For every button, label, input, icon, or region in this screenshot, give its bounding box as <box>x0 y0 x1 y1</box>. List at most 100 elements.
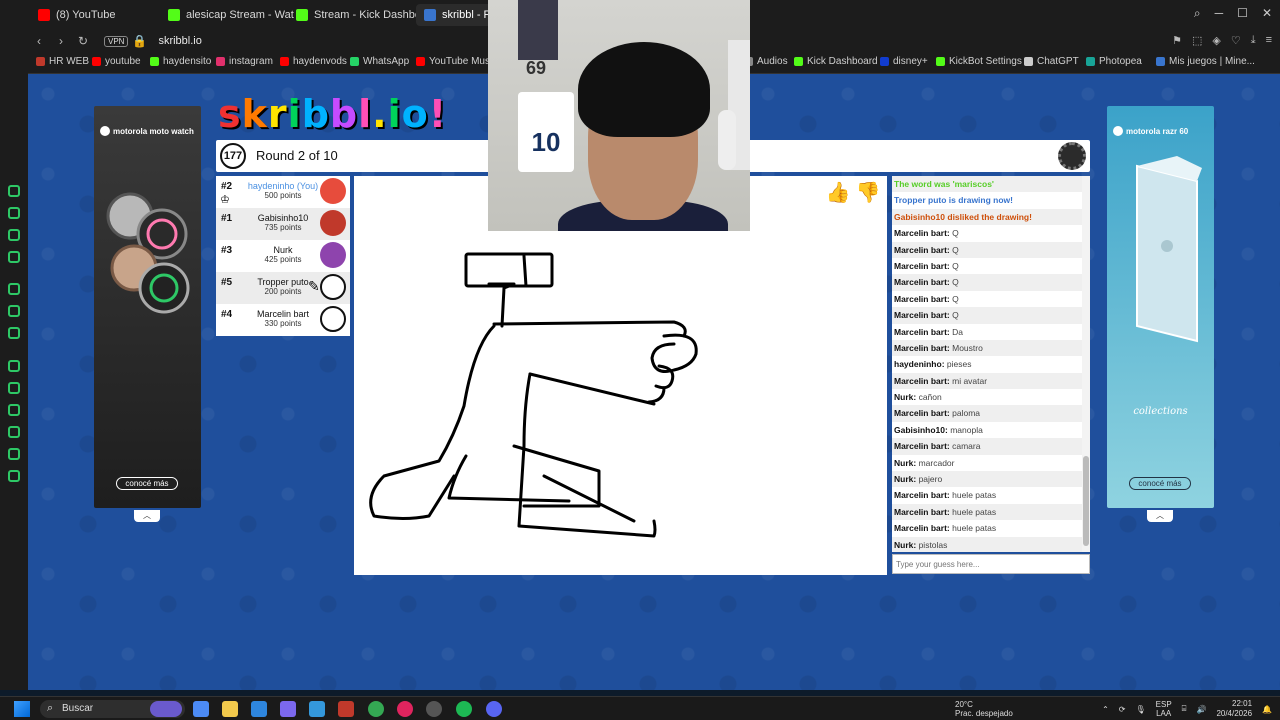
chat-message: Nurk: pistolas <box>892 536 1090 552</box>
ad-right[interactable]: motorola razr 60 collections conocé más <box>1107 106 1214 508</box>
minimize-icon[interactable]: ─ <box>1215 6 1224 21</box>
opera-gx-icon[interactable] <box>397 701 413 717</box>
bookmark-youtube[interactable]: youtube <box>92 56 141 67</box>
player-name: Marcelin bart <box>256 309 310 319</box>
sidebar-icon[interactable] <box>8 305 20 317</box>
thumbs-up-icon[interactable]: 👍 <box>825 180 851 206</box>
sidebar-icon[interactable] <box>8 448 20 460</box>
forward-icon[interactable]: › <box>50 34 72 48</box>
teams-icon[interactable] <box>280 701 296 717</box>
network-icon[interactable]: ⌸ <box>1182 704 1187 714</box>
sidebar-icon[interactable] <box>8 251 20 263</box>
bookmark-mis-juegos[interactable]: Mis juegos | Mine... <box>1156 56 1255 67</box>
bookmark-icon[interactable]: ⚑ <box>1172 34 1182 47</box>
bookmark-haydenvods[interactable]: haydenvods <box>280 56 347 67</box>
notepad-icon[interactable] <box>309 701 325 717</box>
sidebar-icon[interactable] <box>8 360 20 372</box>
discord-icon[interactable] <box>486 701 502 717</box>
obs-icon[interactable] <box>338 701 354 717</box>
player-row[interactable]: #4 Marcelin bart 330 points <box>216 304 350 336</box>
bookmark-whatsapp[interactable]: WhatsApp <box>350 56 409 67</box>
sidebar-icon[interactable] <box>8 327 20 339</box>
chat-scrollbar-thumb[interactable] <box>1083 456 1089 546</box>
tab-youtube[interactable]: (8) YouTube <box>30 4 124 26</box>
sidebar-icon[interactable] <box>8 185 20 197</box>
ad-cta-button[interactable]: conocé más <box>1129 477 1191 490</box>
clock-time: 22:01 <box>1232 699 1253 708</box>
file-explorer-icon[interactable] <box>222 701 238 717</box>
tab-alesicap[interactable]: alesicap Stream - Wat <box>160 4 302 26</box>
phone-image <box>1136 156 1202 343</box>
windows-start-icon[interactable] <box>14 701 30 717</box>
thumbs-down-icon[interactable]: 👎 <box>855 180 881 206</box>
vpn-badge[interactable]: VPN <box>104 35 129 47</box>
youtube-icon <box>280 57 289 66</box>
sidebar-icon[interactable] <box>8 426 20 438</box>
bookmark-chatgpt[interactable]: ChatGPT <box>1024 56 1079 67</box>
task-view-icon[interactable] <box>193 701 209 717</box>
bookmark-hr-web[interactable]: HR WEB <box>36 56 89 67</box>
back-icon[interactable]: ‹ <box>28 34 50 48</box>
search-highlight-image[interactable] <box>150 701 182 717</box>
chevron-up-icon[interactable]: ⌃ <box>1102 705 1109 714</box>
language-indicator[interactable]: ESP LAA <box>1156 700 1172 718</box>
sidebar-icon[interactable] <box>8 229 20 241</box>
menu-icon[interactable]: ≡ <box>1266 34 1272 47</box>
chatgpt-icon <box>1024 57 1033 66</box>
bookmark-instagram[interactable]: instagram <box>216 56 273 67</box>
bookmark-photopea[interactable]: Photopea <box>1086 56 1142 67</box>
ad-brand-label: motorola razr 60 <box>1126 126 1189 136</box>
youtube-icon <box>92 57 101 66</box>
tab-label: (8) YouTube <box>56 9 116 21</box>
chat-text: Q <box>952 310 959 321</box>
close-icon[interactable]: ✕ <box>1262 6 1272 21</box>
sync-icon[interactable]: ⟳ <box>1119 705 1126 714</box>
sidebar-icon[interactable] <box>8 207 20 219</box>
calculator-icon[interactable] <box>251 701 267 717</box>
github-icon[interactable] <box>426 701 442 717</box>
maximize-icon[interactable]: ☐ <box>1237 6 1248 21</box>
bookmark-kick-dashboard[interactable]: Kick Dashboard <box>794 56 878 67</box>
player-rank: #2 <box>221 181 233 192</box>
chat-author: Marcelin bart: <box>894 408 950 419</box>
bookmark-label: YouTube Music <box>429 56 498 67</box>
weather-widget[interactable]: 20°C Prac. despejado <box>955 700 1013 718</box>
player-row[interactable]: #2 ♔ haydeninho (You) 500 points <box>216 176 350 208</box>
spotify-icon[interactable] <box>456 701 472 717</box>
ad-collapse-button[interactable]: ︿ <box>1147 510 1173 522</box>
chat-text: pieses <box>946 359 972 370</box>
sidebar-icon[interactable] <box>8 283 20 295</box>
drawing-canvas[interactable]: 👍 👎 <box>354 176 887 575</box>
bookmark-kickbot[interactable]: KickBot Settings <box>936 56 1022 67</box>
ad-left[interactable]: motorola moto watch conocé más <box>94 106 201 508</box>
bookmark-disney[interactable]: disney+ <box>880 56 928 67</box>
chat-text: huele patas <box>952 523 997 534</box>
screenshot-icon[interactable]: ⬚ <box>1192 34 1202 47</box>
search-tabs-icon[interactable]: ⌕ <box>1194 6 1201 21</box>
player-row[interactable]: #5 Tropper puto 200 points ✎ <box>216 272 350 304</box>
bookmark-haydensito[interactable]: haydensito <box>150 56 211 67</box>
ad-cta-button[interactable]: conocé más <box>116 477 178 490</box>
url-field[interactable]: skribbl.io <box>158 35 201 47</box>
download-icon[interactable]: ⤓ <box>1251 34 1256 47</box>
ad-collapse-button[interactable]: ︿ <box>134 510 160 522</box>
player-row[interactable]: #3 Nurk 425 points <box>216 240 350 272</box>
guess-input[interactable] <box>892 554 1090 574</box>
shield-icon[interactable]: ◈ <box>1212 34 1220 47</box>
heart-icon[interactable]: ♡ <box>1231 34 1241 47</box>
gear-icon[interactable] <box>1058 142 1086 170</box>
sidebar-icon[interactable] <box>8 382 20 394</box>
chat-scrollbar[interactable] <box>1082 176 1090 552</box>
bookmark-audios[interactable]: Audios <box>744 56 788 67</box>
reload-icon[interactable]: ↻ <box>72 34 94 48</box>
notification-icon[interactable]: 🔔 <box>1262 705 1272 714</box>
player-row[interactable]: #1 Gabisinho10 735 points <box>216 208 350 240</box>
volume-icon[interactable]: 🔊 <box>1196 705 1206 714</box>
sidebar-icon[interactable] <box>8 470 20 482</box>
bookmark-youtube-music[interactable]: YouTube Music <box>416 56 497 67</box>
mic-icon[interactable]: 🎙 <box>1135 705 1145 714</box>
sidebar-icon[interactable] <box>8 404 20 416</box>
chrome-icon[interactable] <box>368 701 384 717</box>
clock[interactable]: 22:01 20/4/2026 <box>1216 699 1252 719</box>
motorola-icon <box>1113 126 1123 136</box>
